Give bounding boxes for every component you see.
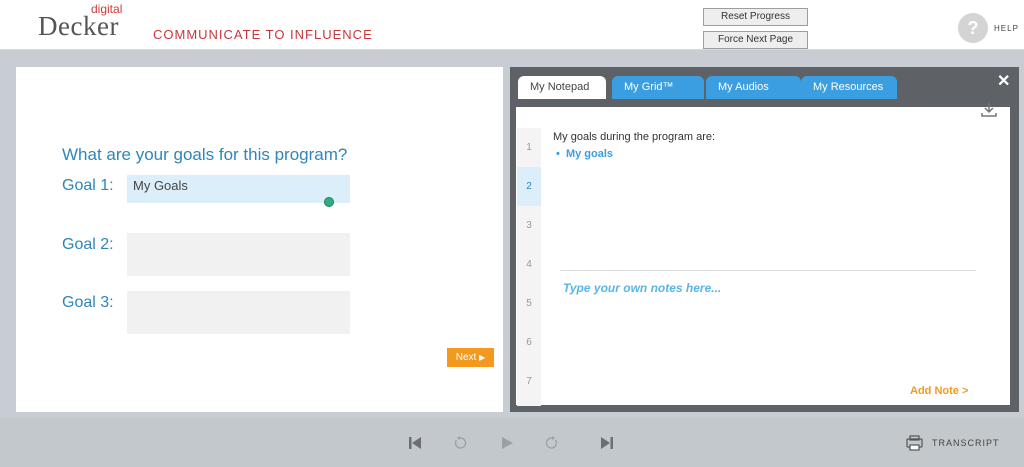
line-number: 1	[526, 142, 532, 153]
goal-3-label: Goal 3:	[62, 294, 114, 311]
next-label: Next	[455, 352, 477, 363]
app-header: digital Decker COMMUNICATE TO INFLUENCE …	[0, 0, 1024, 50]
goal-2-input[interactable]	[127, 233, 350, 276]
cursor-indicator	[324, 197, 334, 207]
reset-progress-button[interactable]: Reset Progress	[703, 8, 808, 26]
notes-input[interactable]: Type your own notes here...	[563, 281, 721, 295]
rewind-icon[interactable]	[453, 436, 467, 450]
line-number: 6	[526, 337, 532, 348]
skip-back-icon[interactable]	[408, 436, 422, 450]
line-number: 3	[526, 220, 532, 231]
line-number: 7	[526, 376, 532, 387]
play-arrow-icon: ▶	[479, 353, 486, 362]
tab-my-grid[interactable]: My Grid™	[612, 76, 704, 99]
notepad-goal-text: My goals	[565, 148, 614, 160]
notepad-divider	[560, 270, 976, 271]
transcript-label[interactable]: TRANSCRIPT	[932, 438, 1000, 448]
download-icon[interactable]	[980, 101, 998, 119]
logo-digital-text: digital	[91, 2, 123, 16]
close-icon[interactable]: ✕	[997, 71, 1010, 91]
goals-panel: What are your goals for this program? Go…	[16, 67, 503, 412]
notepad-frame	[510, 67, 1019, 412]
next-button[interactable]: Next ▶	[447, 348, 494, 367]
goal-1-input[interactable]: My Goals	[127, 175, 350, 203]
force-next-page-button[interactable]: Force Next Page	[703, 31, 808, 49]
line-number: 4	[526, 259, 532, 270]
tagline: COMMUNICATE TO INFLUENCE	[153, 27, 373, 42]
notepad-goal-item: • My goals	[556, 148, 613, 160]
notepad-goals-title: My goals during the program are:	[553, 131, 716, 143]
line-number-active: 2	[517, 167, 541, 206]
bullet-icon: •	[556, 148, 566, 160]
decker-logo: digital Decker	[38, 2, 122, 40]
tab-my-resources[interactable]: My Resources	[801, 76, 897, 99]
help-icon[interactable]: ?	[958, 13, 988, 43]
play-icon[interactable]	[500, 436, 514, 450]
help-label[interactable]: HELP	[994, 24, 1019, 33]
add-note-button[interactable]: Add Note >	[910, 385, 968, 397]
goals-question: What are your goals for this program?	[62, 145, 348, 164]
line-number: 5	[526, 298, 532, 309]
tab-my-notepad[interactable]: My Notepad	[518, 76, 606, 99]
goal-3-input[interactable]	[127, 291, 350, 334]
goal-2-label: Goal 2:	[62, 236, 114, 253]
skip-forward-icon[interactable]	[600, 436, 614, 450]
forward-icon[interactable]	[545, 436, 559, 450]
tab-my-audios[interactable]: My Audios	[706, 76, 801, 99]
goal-1-label: Goal 1:	[62, 177, 114, 194]
transcript-icon[interactable]	[906, 435, 923, 451]
